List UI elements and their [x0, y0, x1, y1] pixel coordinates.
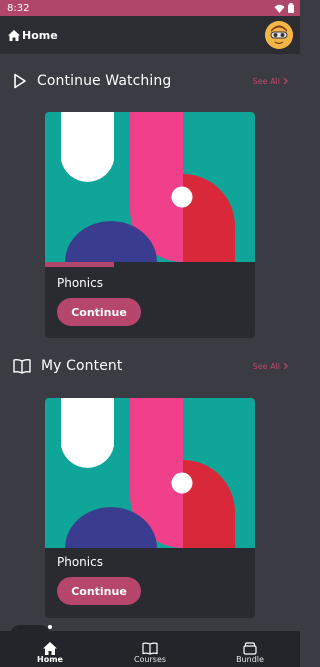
- course-thumbnail: [45, 112, 255, 262]
- play-icon: [14, 73, 26, 89]
- course-card[interactable]: Phonics Continue: [45, 398, 255, 618]
- see-all-link[interactable]: See All: [253, 77, 288, 86]
- nav-item-home[interactable]: Home: [0, 625, 100, 667]
- active-dot: [48, 625, 52, 629]
- progress-bar: [45, 262, 255, 267]
- section-title: Continue Watching: [37, 73, 172, 89]
- bottom-nav: Home Courses Bundle: [0, 625, 300, 667]
- status-icons: [274, 3, 294, 13]
- course-thumbnail: [45, 398, 255, 548]
- bundle-icon: [243, 642, 257, 655]
- home-icon: [8, 29, 20, 41]
- book-icon: [142, 642, 158, 655]
- home-link[interactable]: Home: [8, 29, 58, 42]
- nav-item-bundle[interactable]: Bundle: [200, 631, 300, 667]
- avatar-face-icon: [265, 21, 293, 49]
- app-title: Home: [22, 28, 58, 42]
- nav-label: Courses: [133, 655, 167, 664]
- status-bar: 8:32: [0, 0, 300, 16]
- course-card[interactable]: Phonics Continue: [45, 112, 255, 338]
- book-icon: [13, 358, 31, 374]
- battery-icon: [288, 3, 294, 13]
- progress-fill: [45, 262, 115, 267]
- status-time: 8:32: [7, 2, 30, 14]
- section-continue-watching-header: Continue Watching See All: [13, 70, 288, 92]
- nav-item-courses[interactable]: Courses: [100, 631, 200, 667]
- wifi-icon: [274, 4, 285, 13]
- card-title: Phonics: [57, 276, 103, 290]
- continue-button[interactable]: Continue: [57, 298, 141, 326]
- see-all-link[interactable]: See All: [253, 362, 288, 371]
- home-icon: [43, 642, 57, 655]
- section-my-content-header: My Content See All: [13, 355, 288, 377]
- app-bar: Home: [0, 16, 300, 54]
- chevron-right-icon: [283, 77, 288, 85]
- chevron-right-icon: [283, 362, 288, 370]
- nav-label: Bundle: [236, 655, 264, 664]
- card-title: Phonics: [57, 555, 103, 569]
- nav-label: Home: [37, 655, 63, 664]
- continue-button[interactable]: Continue: [57, 577, 141, 605]
- section-title: My Content: [41, 358, 123, 374]
- avatar[interactable]: [265, 21, 293, 49]
